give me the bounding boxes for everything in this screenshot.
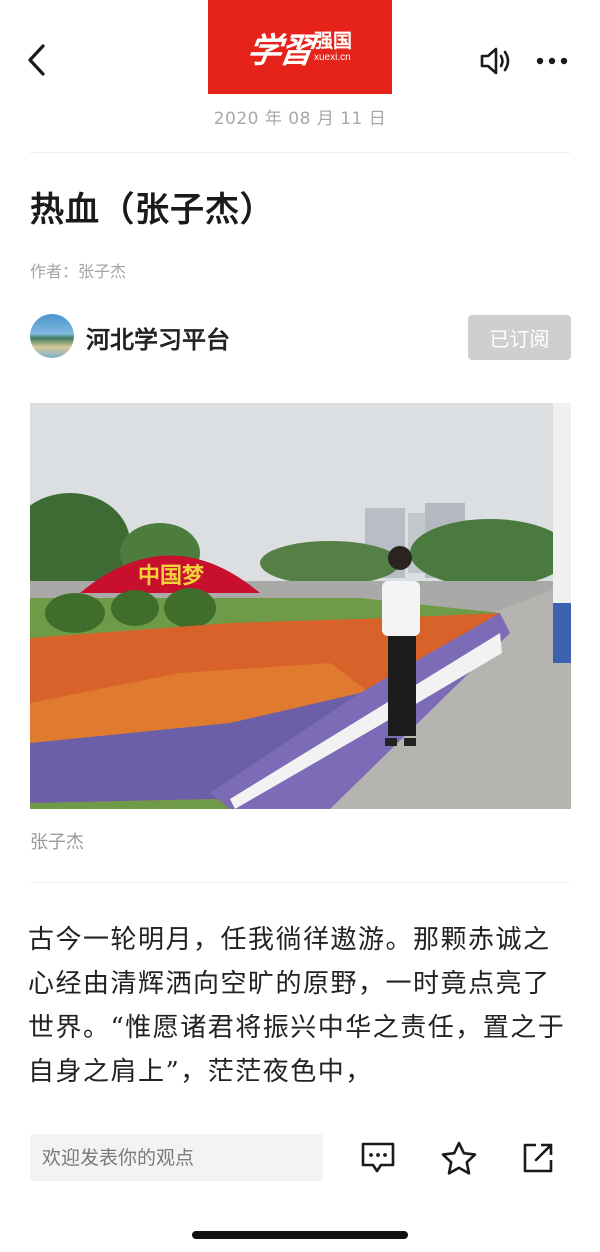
back-button[interactable] xyxy=(22,40,52,80)
read-aloud-button[interactable] xyxy=(478,44,514,78)
xuexi-logo: 学習 强国 xuexi.cn xyxy=(208,0,392,94)
star-icon xyxy=(441,1141,477,1175)
comment-input[interactable] xyxy=(30,1134,323,1181)
photo-caption: 张子杰 xyxy=(30,832,84,853)
photo-scene: 中国梦 xyxy=(30,403,571,809)
publish-date: 2020 年 08 月 11 日 xyxy=(213,109,387,129)
share-icon xyxy=(523,1143,553,1173)
logo-calligraphy: 学習 xyxy=(244,30,315,71)
share-button[interactable] xyxy=(518,1138,558,1178)
subscribe-button[interactable]: 已订阅 xyxy=(468,315,571,360)
photo-sign-text: 中国梦 xyxy=(138,563,205,589)
divider xyxy=(30,882,570,883)
more-options-button[interactable] xyxy=(534,48,570,74)
divider xyxy=(30,152,570,153)
back-icon xyxy=(28,44,45,76)
favorite-button[interactable] xyxy=(439,1138,479,1178)
comment-button[interactable] xyxy=(358,1138,398,1178)
article-body: 古今一轮明月，任我徜徉遨游。那颗赤诚之心经由清辉洒向空旷的原野，一时竟点亮了世界… xyxy=(28,925,566,1087)
channel-name[interactable]: 河北学习平台 xyxy=(86,320,230,355)
speaker-icon xyxy=(480,47,510,75)
article-photo[interactable]: 中国梦 xyxy=(30,403,571,809)
top-navigation-bar: 学習 强国 xuexi.cn xyxy=(0,0,600,100)
more-icon xyxy=(536,57,568,65)
home-indicator xyxy=(192,1231,408,1239)
logo-domain: xuexi.cn xyxy=(313,52,351,63)
logo-name: 强国 xyxy=(313,30,352,52)
article-author: 作者：张子杰 xyxy=(30,262,127,281)
channel-avatar[interactable] xyxy=(30,314,74,358)
comment-icon xyxy=(361,1142,395,1173)
article-title: 热血（张子杰） xyxy=(30,190,275,230)
